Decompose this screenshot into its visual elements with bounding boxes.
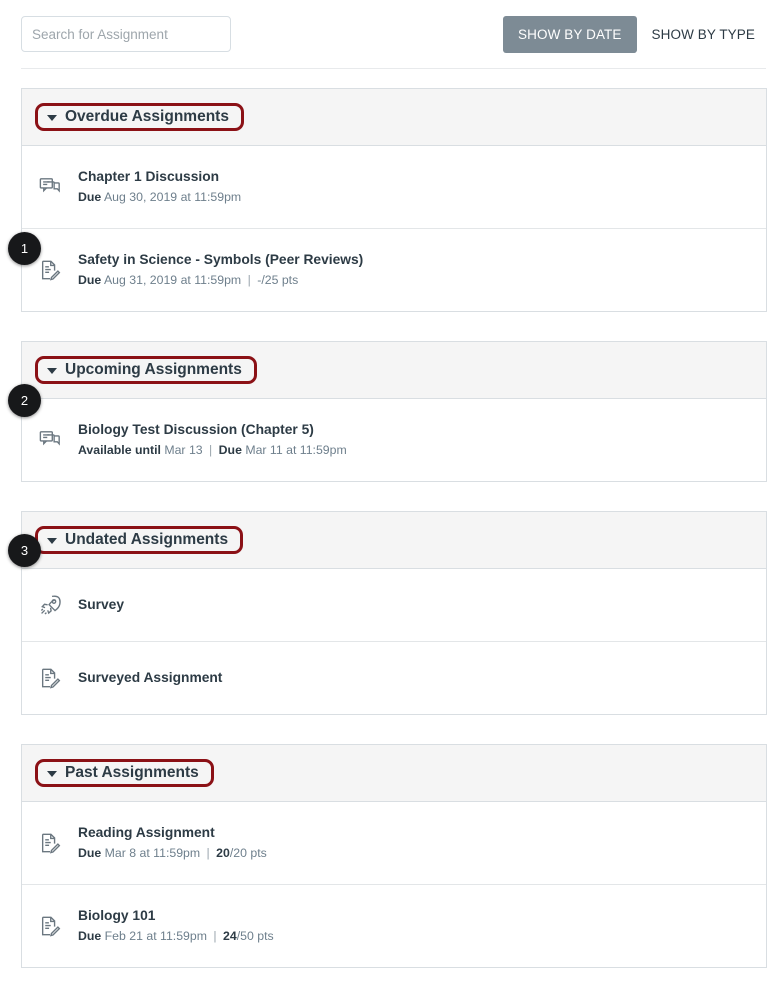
chevron-down-icon bbox=[47, 367, 57, 374]
quiz-rocket-icon bbox=[22, 594, 78, 616]
chevron-down-icon bbox=[47, 537, 57, 544]
assignment-row[interactable]: Biology Test Discussion (Chapter 5) Avai… bbox=[22, 399, 766, 481]
view-toggle-group: SHOW BY DATE SHOW BY TYPE bbox=[503, 16, 770, 53]
show-by-date-button[interactable]: SHOW BY DATE bbox=[503, 16, 637, 53]
assignment-title: Surveyed Assignment bbox=[78, 669, 223, 685]
assignment-row[interactable]: Chapter 1 Discussion Due Aug 30, 2019 at… bbox=[22, 146, 766, 229]
due-value: Feb 21 at 11:59pm bbox=[104, 929, 207, 944]
due-value: Mar 8 at 11:59pm bbox=[104, 846, 201, 861]
due-value: Aug 30, 2019 at 11:59pm bbox=[103, 190, 242, 205]
chevron-down-icon bbox=[47, 770, 57, 777]
assignment-icon bbox=[22, 667, 78, 689]
assignment-meta: Due Aug 30, 2019 at 11:59pm bbox=[78, 189, 766, 206]
assignment-icon bbox=[22, 832, 78, 854]
assignment-meta: Due Aug 31, 2019 at 11:59pm | -/25 pts bbox=[78, 272, 766, 289]
group-header-past: Past Assignments bbox=[22, 745, 766, 802]
assignment-meta: Available until Mar 13 | Due Mar 11 at 1… bbox=[78, 442, 766, 459]
available-value: Mar 13 bbox=[164, 443, 203, 458]
due-label: Due bbox=[78, 190, 102, 205]
assignment-title: Biology Test Discussion (Chapter 5) bbox=[78, 422, 314, 438]
assignment-row[interactable]: Surveyed Assignment bbox=[22, 642, 766, 714]
group-header-overdue: Overdue Assignments bbox=[22, 89, 766, 146]
assignment-row[interactable]: Safety in Science - Symbols (Peer Review… bbox=[22, 229, 766, 311]
assignment-row[interactable]: Survey bbox=[22, 569, 766, 642]
callout-badge-2: 2 bbox=[8, 384, 41, 417]
assignment-title: Survey bbox=[78, 596, 125, 612]
group-header-undated: Undated Assignments bbox=[22, 512, 766, 569]
assignment-row-body: Safety in Science - Symbols (Peer Review… bbox=[78, 251, 766, 288]
assignment-group-past: Past Assignments Reading Assignment Due … bbox=[21, 744, 767, 968]
group-toggle-overdue[interactable]: Overdue Assignments bbox=[35, 102, 244, 132]
assignment-row-body: Survey bbox=[78, 596, 766, 615]
meta-separator: | bbox=[213, 929, 217, 944]
callout-badge-1: 1 bbox=[8, 232, 41, 265]
assignment-meta: Due Mar 8 at 11:59pm | 20/20 pts bbox=[78, 845, 766, 862]
group-title: Overdue Assignments bbox=[65, 107, 229, 125]
due-label: Due bbox=[218, 443, 242, 458]
group-toggle-upcoming[interactable]: Upcoming Assignments bbox=[35, 355, 257, 385]
group-toggle-undated[interactable]: Undated Assignments bbox=[35, 525, 244, 555]
assignment-row-body: Biology Test Discussion (Chapter 5) Avai… bbox=[78, 421, 766, 458]
points-value: -/25 pts bbox=[257, 273, 299, 288]
assignment-icon bbox=[22, 915, 78, 937]
assignment-group-undated: Undated Assignments Survey Surveyed Assi… bbox=[21, 511, 767, 715]
due-label: Due bbox=[78, 846, 102, 861]
group-toggle-past[interactable]: Past Assignments bbox=[35, 758, 214, 788]
toolbar-divider bbox=[21, 68, 766, 69]
due-label: Due bbox=[78, 273, 102, 288]
assignment-title: Reading Assignment bbox=[78, 825, 215, 841]
search-input[interactable] bbox=[21, 16, 231, 52]
toolbar: SHOW BY DATE SHOW BY TYPE bbox=[0, 0, 784, 69]
assignment-title: Biology 101 bbox=[78, 908, 156, 924]
assignment-title: Chapter 1 Discussion bbox=[78, 169, 220, 185]
assignment-row[interactable]: Reading Assignment Due Mar 8 at 11:59pm … bbox=[22, 802, 766, 885]
show-by-type-button[interactable]: SHOW BY TYPE bbox=[637, 16, 770, 53]
assignment-row-body: Biology 101 Due Feb 21 at 11:59pm | 24/5… bbox=[78, 907, 766, 944]
callout-badge-3: 3 bbox=[8, 534, 41, 567]
assignment-groups-list: Overdue Assignments Chapter 1 Discussion… bbox=[21, 88, 767, 997]
assignment-row-body: Reading Assignment Due Mar 8 at 11:59pm … bbox=[78, 824, 766, 861]
assignment-row-body: Chapter 1 Discussion Due Aug 30, 2019 at… bbox=[78, 168, 766, 205]
assignment-meta: Due Feb 21 at 11:59pm | 24/50 pts bbox=[78, 928, 766, 945]
meta-separator: | bbox=[209, 443, 213, 458]
due-label: Due bbox=[78, 929, 102, 944]
due-value: Mar 11 at 11:59pm bbox=[245, 443, 347, 458]
points-score: 24 bbox=[223, 929, 237, 944]
points-score: 20 bbox=[216, 846, 230, 861]
assignment-title: Safety in Science - Symbols (Peer Review… bbox=[78, 252, 364, 268]
assignment-group-overdue: Overdue Assignments Chapter 1 Discussion… bbox=[21, 88, 767, 312]
available-label: Available until bbox=[78, 443, 161, 458]
meta-separator: | bbox=[247, 273, 251, 288]
points-total: /20 pts bbox=[229, 846, 267, 861]
group-title: Undated Assignments bbox=[65, 530, 229, 548]
assignment-group-upcoming: Upcoming Assignments Biology Test Discus… bbox=[21, 341, 767, 482]
group-header-upcoming: Upcoming Assignments bbox=[22, 342, 766, 399]
points-total: /50 pts bbox=[236, 929, 274, 944]
group-title: Past Assignments bbox=[65, 763, 199, 781]
discussion-icon bbox=[22, 429, 78, 451]
assignment-row-body: Surveyed Assignment bbox=[78, 669, 766, 688]
meta-separator: | bbox=[206, 846, 210, 861]
discussion-icon bbox=[22, 176, 78, 198]
due-value: Aug 31, 2019 at 11:59pm bbox=[103, 273, 242, 288]
assignment-row[interactable]: Biology 101 Due Feb 21 at 11:59pm | 24/5… bbox=[22, 885, 766, 967]
chevron-down-icon bbox=[47, 114, 57, 121]
group-title: Upcoming Assignments bbox=[65, 360, 242, 378]
